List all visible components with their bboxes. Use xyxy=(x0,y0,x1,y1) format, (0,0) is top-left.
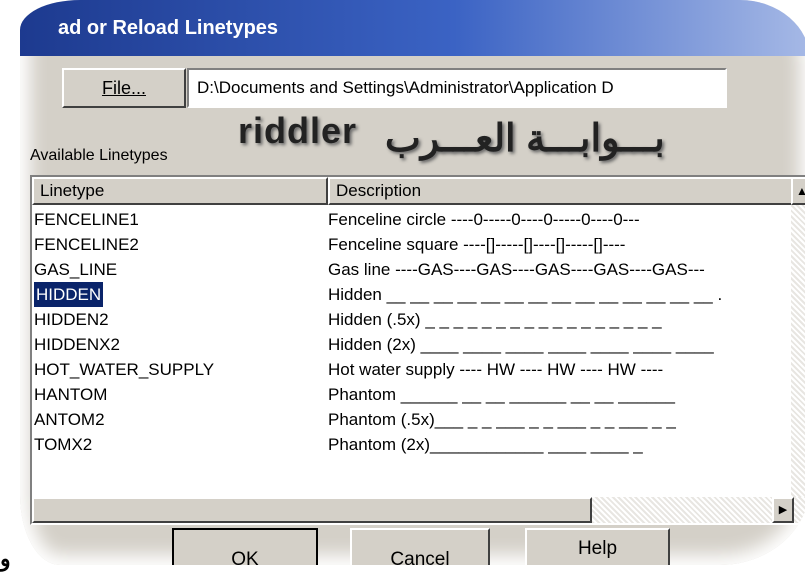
window-title: ad or Reload Linetypes xyxy=(58,17,279,39)
list-item[interactable]: GAS_LINE Gas line ----GAS----GAS----GAS--… xyxy=(32,257,805,282)
scroll-right-arrow-icon[interactable]: ▶ xyxy=(772,497,794,523)
list-header: Linetype Description xyxy=(32,177,805,205)
load-linetypes-dialog: ad or Reload Linetypes File... D:\Docume… xyxy=(20,0,805,565)
list-item[interactable]: HANTOM Phantom ______ __ __ ______ __ __ … xyxy=(32,382,805,407)
ok-button[interactable]: OK xyxy=(172,528,318,565)
linetype-description: Fenceline circle ----0-----0----0-----0-… xyxy=(328,210,640,229)
linetype-description: Hidden (2x) ____ ____ ____ ____ ____ ___… xyxy=(328,335,714,354)
title-bar[interactable]: ad or Reload Linetypes xyxy=(20,0,805,56)
linetype-description: Hidden (.5x) _ _ _ _ _ _ _ _ _ _ _ _ _ _… xyxy=(328,310,662,329)
vertical-scrollbar[interactable]: ▲ xyxy=(791,177,805,523)
corner-glyph: و xyxy=(0,546,11,571)
linetype-name: GAS_LINE xyxy=(34,260,118,279)
linetype-description: Phantom (.5x)___ _ _ ___ _ _ ___ _ _ ___… xyxy=(328,410,676,429)
linetype-description: Fenceline square ----[]-----[]----[]----… xyxy=(328,235,626,254)
available-linetypes-label: Available Linetypes xyxy=(30,147,168,164)
linetype-description: Hot water supply ---- HW ---- HW ---- HW… xyxy=(328,360,664,379)
linetype-name: ANTOM2 xyxy=(34,410,105,429)
linetype-name: FENCELINE2 xyxy=(34,235,139,254)
scroll-up-arrow-icon[interactable]: ▲ xyxy=(791,177,805,205)
watermark-logo-arabic: بـــوابـــة العـــرب xyxy=(385,118,665,160)
list-item[interactable]: FENCELINE2 Fenceline square ----[]-----[]… xyxy=(32,232,805,257)
horizontal-scroll-thumb[interactable] xyxy=(32,497,592,523)
list-rows: FENCELINE1 Fenceline circle ----0-----0--… xyxy=(32,207,805,457)
help-button[interactable]: Help xyxy=(525,528,670,565)
list-item[interactable]: FENCELINE1 Fenceline circle ----0-----0--… xyxy=(32,207,805,232)
file-button[interactable]: File... xyxy=(62,68,186,108)
column-header-description[interactable]: Description xyxy=(328,177,798,205)
file-path-field[interactable]: D:\Documents and Settings\Administrator\… xyxy=(187,68,727,108)
linetype-name: TOMX2 xyxy=(34,435,93,454)
linetype-name: HIDDEN2 xyxy=(34,310,109,329)
column-header-linetype[interactable]: Linetype xyxy=(32,177,328,205)
linetype-name: HOT_WATER_SUPPLY xyxy=(34,360,215,379)
linetype-description: Phantom (2x)____________ ____ ____ _ xyxy=(328,435,643,454)
linetype-name: HANTOM xyxy=(34,385,108,404)
list-item[interactable]: HOT_WATER_SUPPLY Hot water supply ---- HW… xyxy=(32,357,805,382)
horizontal-scrollbar[interactable]: ▶ xyxy=(32,497,805,523)
list-item[interactable]: HIDDEN Hidden __ __ __ __ __ __ __ __ __ … xyxy=(32,281,805,308)
linetype-name: HIDDENX2 xyxy=(34,335,120,354)
linetype-description: Phantom ______ __ __ ______ __ __ ______ xyxy=(328,385,675,404)
list-item[interactable]: ANTOM2 Phantom (.5x)___ _ _ ___ _ _ ___ _… xyxy=(32,407,805,432)
watermark-logo-latin: riddler xyxy=(238,110,358,151)
linetype-description: Hidden __ __ __ __ __ __ __ __ __ __ __ … xyxy=(328,285,723,304)
cancel-button[interactable]: Cancel xyxy=(350,528,490,565)
list-item[interactable]: HIDDEN2 Hidden (.5x) _ _ _ _ _ _ _ _ _ _ … xyxy=(32,307,805,332)
list-item[interactable]: TOMX2 Phantom (2x)____________ ____ ____ … xyxy=(32,432,805,457)
linetypes-list[interactable]: Linetype Description FENCELINE1 Fenceline… xyxy=(30,175,805,525)
linetype-name: FENCELINE1 xyxy=(34,210,139,229)
linetype-description: Gas line ----GAS----GAS----GAS----GAS---… xyxy=(328,260,705,279)
list-item[interactable]: HIDDENX2 Hidden (2x) ____ ____ ____ ____ … xyxy=(32,332,805,357)
linetype-name: HIDDEN xyxy=(32,281,105,308)
